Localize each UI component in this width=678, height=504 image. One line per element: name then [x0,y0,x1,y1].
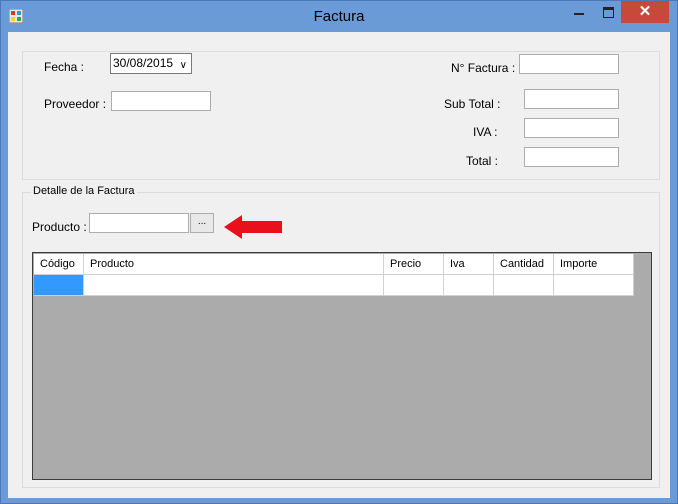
table-cell-iva[interactable] [444,275,494,296]
fecha-label: Fecha : [44,60,85,74]
maximize-button[interactable] [595,1,621,23]
total-input[interactable] [524,147,619,167]
arrow-left-icon [224,215,282,239]
column-header-producto[interactable]: Producto [84,254,384,275]
column-header-codigo[interactable]: Código [34,254,84,275]
chevron-down-icon[interactable]: ∨ [180,56,187,75]
title-bar[interactable]: Factura ✕ [1,1,677,33]
producto-label: Producto : [32,220,87,234]
minimize-button[interactable] [565,1,591,23]
form-body: Fecha : 30/08/2015 ∨ Proveedor : N° Fact… [8,32,670,498]
table-cell-producto[interactable] [84,275,384,296]
table-cell-importe[interactable] [554,275,634,296]
column-header-precio[interactable]: Precio [384,254,444,275]
subtotal-label: Sub Total : [444,97,501,111]
proveedor-label: Proveedor : [44,97,107,111]
browse-button[interactable]: ... [190,213,214,233]
proveedor-input[interactable] [111,91,211,111]
table-cell-codigo[interactable] [34,275,84,296]
total-label: Total : [466,154,499,168]
iva-label: IVA : [473,125,498,139]
window: Factura ✕ Fecha : 30/08/2015 ∨ Proveedor… [0,0,678,504]
subtotal-input[interactable] [524,89,619,109]
nfactura-label: N° Factura : [451,61,516,75]
fecha-value: 30/08/2015 [113,56,174,70]
column-header-importe[interactable]: Importe [554,254,634,275]
close-icon: ✕ [638,3,652,20]
table-cell-precio[interactable] [384,275,444,296]
producto-input[interactable] [89,213,189,233]
nfactura-input[interactable] [519,54,619,74]
table-cell-cantidad[interactable] [494,275,554,296]
detail-grid[interactable]: Código Producto Precio Iva Cantidad Impo… [32,252,652,480]
detail-legend: Detalle de la Factura [31,185,137,197]
column-header-cantidad[interactable]: Cantidad [494,254,554,275]
iva-input[interactable] [524,118,619,138]
close-button[interactable]: ✕ [621,1,669,23]
fecha-datepicker[interactable]: 30/08/2015 ∨ [110,53,192,74]
column-header-iva[interactable]: Iva [444,254,494,275]
